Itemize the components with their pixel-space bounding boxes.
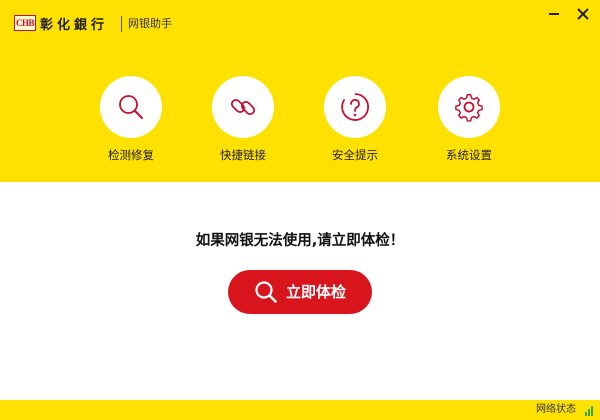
feature-quick-link[interactable]: 快捷链接 bbox=[183, 76, 303, 176]
title-bar: CHB 彰化銀行 网银助手 bbox=[0, 0, 600, 44]
gear-icon bbox=[455, 93, 483, 122]
help-icon bbox=[341, 93, 370, 121]
app-title: 网银助手 bbox=[128, 17, 172, 30]
feature-circle bbox=[438, 76, 500, 138]
link-icon bbox=[230, 98, 256, 116]
feature-label: 检测修复 bbox=[108, 148, 154, 162]
feature-circle bbox=[324, 76, 386, 138]
health-check-prompt: 如果网银无法使用,请立即体检！ bbox=[195, 233, 405, 249]
close-icon bbox=[577, 8, 589, 20]
feature-label: 系统设置 bbox=[446, 148, 492, 162]
signal-icon[interactable] bbox=[585, 404, 595, 416]
minimize-icon bbox=[549, 13, 559, 15]
feature-system-settings[interactable]: 系统设置 bbox=[409, 76, 529, 176]
feature-security-tips[interactable]: 安全提示 bbox=[295, 76, 415, 176]
feature-row: 检测修复 快捷链接 安全提示 系统设置 bbox=[0, 76, 600, 176]
close-button[interactable] bbox=[572, 6, 594, 22]
check-now-button[interactable]: 立即体检 bbox=[228, 270, 372, 314]
logo-badge: CHB bbox=[14, 15, 36, 31]
feature-detect-repair[interactable]: 检测修复 bbox=[71, 76, 191, 176]
status-bar: 网络状态 bbox=[0, 400, 600, 420]
feature-label: 安全提示 bbox=[332, 148, 378, 162]
search-icon bbox=[255, 281, 277, 303]
minimize-button[interactable] bbox=[543, 6, 565, 22]
feature-circle bbox=[212, 76, 274, 138]
check-now-label: 立即体检 bbox=[285, 283, 346, 301]
title-divider bbox=[121, 16, 122, 32]
search-icon bbox=[119, 95, 143, 119]
logo-text: 彰化銀行 bbox=[40, 17, 109, 33]
bank-logo: CHB 彰化銀行 bbox=[14, 14, 109, 33]
feature-label: 快捷链接 bbox=[220, 148, 266, 162]
feature-circle bbox=[100, 76, 162, 138]
network-status-label: 网络状态 bbox=[536, 404, 576, 415]
